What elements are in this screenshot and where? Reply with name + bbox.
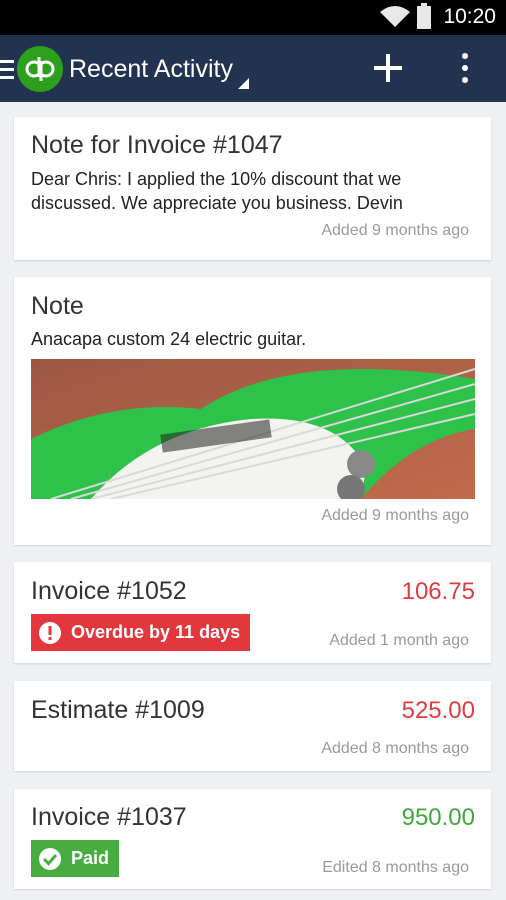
- app-bar: Recent Activity: [0, 35, 506, 102]
- activity-timestamp: Added 8 months ago: [321, 740, 469, 757]
- card-title: Note for Invoice #1047: [31, 131, 283, 159]
- check-icon: [39, 847, 61, 870]
- dropdown-caret-icon[interactable]: [238, 78, 249, 89]
- note-body: Dear Chris: I applied the 10% discount t…: [31, 169, 403, 213]
- electric-guitar-photo[interactable]: [31, 359, 475, 499]
- wifi-icon: [380, 6, 410, 27]
- alert-icon: [39, 621, 61, 644]
- card-title: Invoice #1037: [31, 803, 187, 831]
- activity-card-estimate-1009[interactable]: Estimate #1009 525.00 Added 8 months ago: [14, 681, 491, 771]
- amount: 950.00: [401, 804, 475, 831]
- page-title[interactable]: Recent Activity: [69, 55, 233, 84]
- overflow-menu-button[interactable]: [455, 51, 475, 85]
- add-button[interactable]: [371, 51, 405, 85]
- menu-icon[interactable]: [0, 60, 14, 79]
- amount: 106.75: [401, 578, 475, 605]
- badge-label: Paid: [71, 848, 110, 868]
- amount: 525.00: [401, 697, 475, 724]
- card-title: Note: [31, 292, 84, 320]
- status-bar: 10:20: [0, 0, 506, 35]
- activity-card-invoice-1052[interactable]: Invoice #1052 106.75 Overdue by 11 days …: [14, 562, 491, 663]
- note-body: Anacapa custom 24 electric guitar.: [31, 329, 307, 349]
- activity-card-note[interactable]: Note Anacapa custom 24 electric guitar.: [14, 277, 491, 545]
- battery-icon: [417, 3, 431, 29]
- quickbooks-logo[interactable]: [17, 46, 63, 92]
- status-badge-overdue: Overdue by 11 days: [31, 614, 251, 651]
- activity-card-note-invoice-1047[interactable]: Note for Invoice #1047 Dear Chris: I app…: [14, 117, 491, 260]
- badge-label: Overdue by 11 days: [71, 622, 241, 642]
- clock: 10:20: [443, 5, 496, 28]
- card-title: Invoice #1052: [31, 577, 187, 605]
- card-title: Estimate #1009: [31, 696, 205, 724]
- activity-timestamp: Added 1 month ago: [329, 632, 469, 649]
- activity-timestamp: Added 9 months ago: [321, 507, 469, 524]
- quickbooks-logo-mark: [25, 57, 55, 81]
- activity-card-invoice-1037[interactable]: Invoice #1037 950.00 Paid Edited 8 month…: [14, 789, 491, 889]
- status-badge-paid: Paid: [31, 840, 120, 877]
- activity-timestamp: Edited 8 months ago: [322, 859, 469, 876]
- activity-timestamp: Added 9 months ago: [321, 222, 469, 239]
